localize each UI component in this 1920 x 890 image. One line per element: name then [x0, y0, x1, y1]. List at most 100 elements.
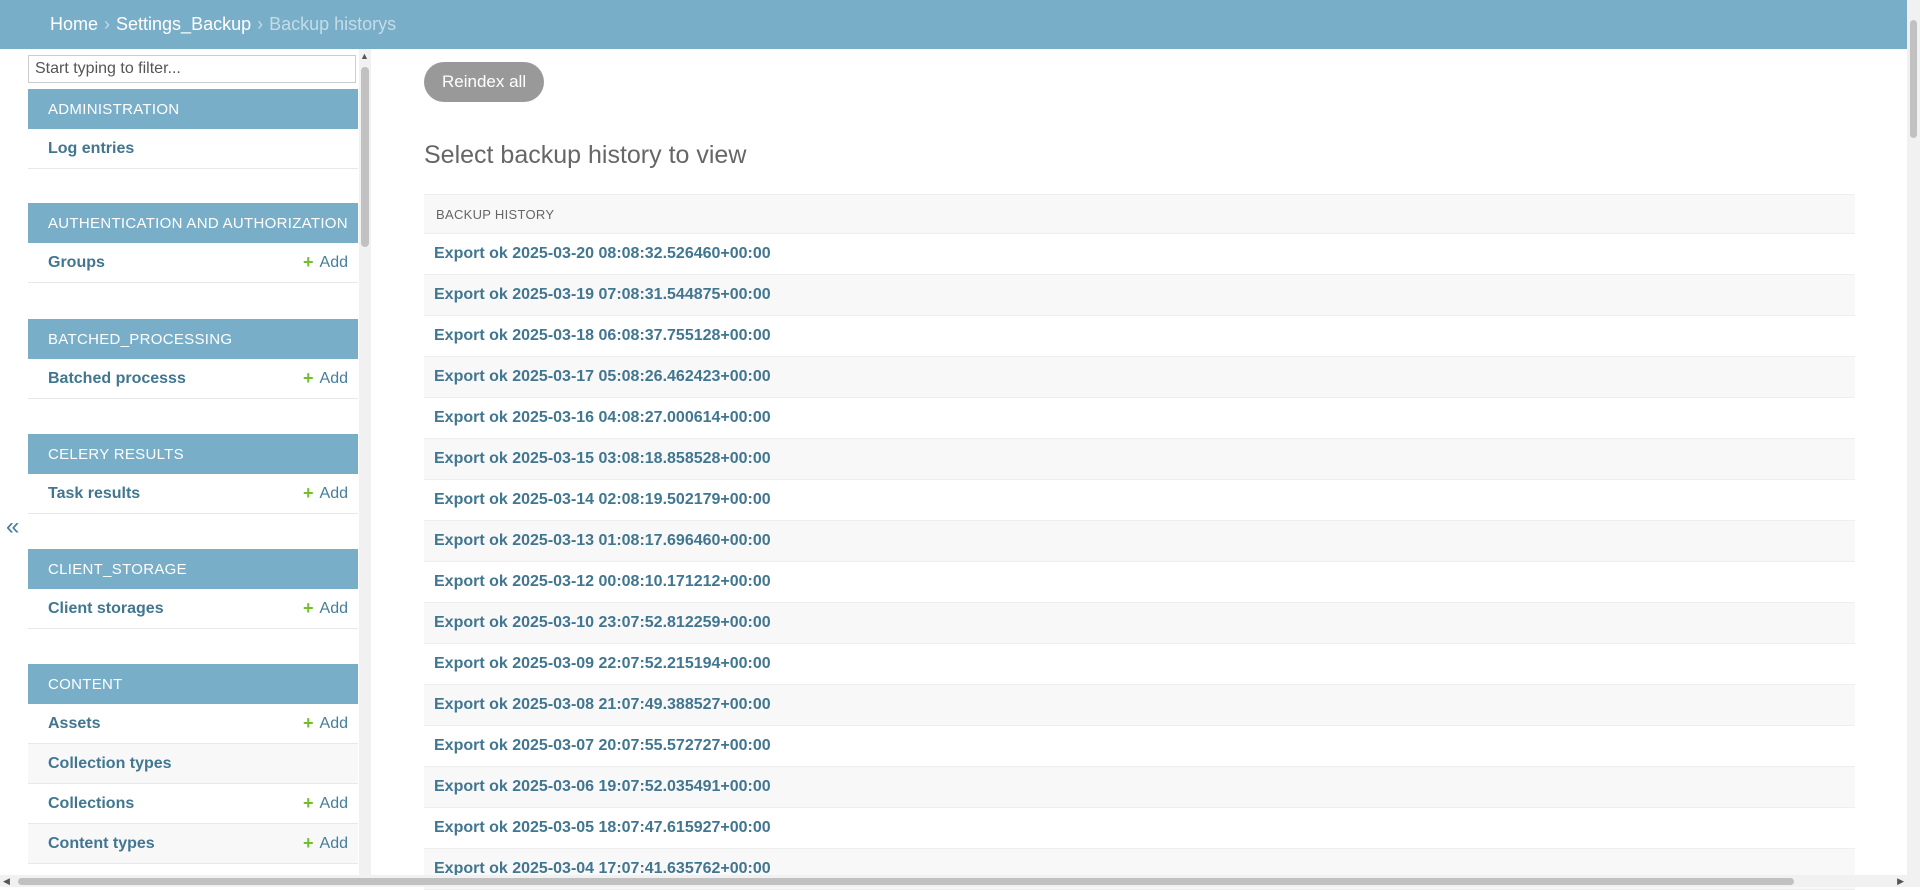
sidebar-module: CELERY RESULTS Task results + Add — [28, 434, 358, 514]
sidebar-module-title[interactable]: CLIENT_STORAGE — [28, 549, 358, 589]
sidebar-item-link[interactable]: Collection types — [48, 755, 172, 773]
nav-filter-input[interactable] — [28, 55, 356, 83]
table-row: Export ok 2025-03-12 00:08:10.171212+00:… — [424, 562, 1855, 603]
table-row: Export ok 2025-03-15 03:08:18.858528+00:… — [424, 439, 1855, 480]
sidebar-item-link[interactable]: Assets — [48, 715, 100, 733]
breadcrumb: Home › Settings_Backup › Backup historys — [0, 0, 1907, 49]
add-link[interactable]: + Add — [303, 793, 348, 814]
table-row: Export ok 2025-03-10 23:07:52.812259+00:… — [424, 603, 1855, 644]
breadcrumb-home-link[interactable]: Home — [50, 14, 98, 35]
sidebar-module: AUTHENTICATION AND AUTHORIZATION Groups + A… — [28, 203, 358, 283]
sidebar-item-link[interactable]: Collections — [48, 795, 134, 813]
table-row: Export ok 2025-03-18 06:08:37.755128+00:… — [424, 316, 1855, 357]
table-header: BACKUP HISTORY — [424, 194, 1855, 234]
sidebar-item-link[interactable]: Content types — [48, 835, 155, 853]
add-link[interactable]: + Add — [303, 598, 348, 619]
sidebar-scrollbar[interactable]: ▲ — [359, 49, 371, 876]
table-row: Export ok 2025-03-06 19:07:52.035491+00:… — [424, 767, 1855, 808]
backup-history-link[interactable]: Export ok 2025-03-18 06:08:37.755128+00:… — [434, 327, 771, 345]
backup-history-link[interactable]: Export ok 2025-03-16 04:08:27.000614+00:… — [434, 409, 771, 427]
breadcrumb-separator: › — [257, 14, 264, 34]
plus-icon: + — [303, 793, 314, 813]
table-row: Export ok 2025-03-05 18:07:47.615927+00:… — [424, 808, 1855, 849]
scroll-up-arrow-icon[interactable]: ▲ — [360, 51, 369, 61]
table-row: Export ok 2025-03-08 21:07:49.388527+00:… — [424, 685, 1855, 726]
backup-history-link[interactable]: Export ok 2025-03-07 20:07:55.572727+00:… — [434, 737, 771, 755]
backup-history-link[interactable]: Export ok 2025-03-13 01:08:17.696460+00:… — [434, 532, 771, 550]
backup-history-link[interactable]: Export ok 2025-03-12 00:08:10.171212+00:… — [434, 573, 771, 591]
page-horizontal-scrollbar-thumb[interactable] — [18, 878, 1794, 885]
collapse-sidebar-icon[interactable]: « — [6, 513, 19, 541]
scroll-left-arrow-icon[interactable]: ◀ — [3, 876, 10, 887]
sidebar-item: Client storages + Add — [28, 589, 358, 629]
scroll-right-arrow-icon[interactable]: ▶ — [1897, 876, 1904, 887]
add-label: Add — [319, 794, 348, 812]
sidebar-item: Batched processs + Add — [28, 359, 358, 399]
page-vertical-scrollbar-thumb[interactable] — [1910, 20, 1917, 138]
backup-history-link[interactable]: Export ok 2025-03-14 02:08:19.502179+00:… — [434, 491, 771, 509]
table-row: Export ok 2025-03-19 07:08:31.544875+00:… — [424, 275, 1855, 316]
sidebar-module-title[interactable]: CELERY RESULTS — [28, 434, 358, 474]
backup-history-table: BACKUP HISTORY Export ok 2025-03-20 08:0… — [424, 194, 1855, 890]
sidebar-module-title[interactable]: CONTENT — [28, 664, 358, 704]
sidebar-item: Task results + Add — [28, 474, 358, 514]
backup-history-link[interactable]: Export ok 2025-03-15 03:08:18.858528+00:… — [434, 450, 771, 468]
sidebar-scrollbar-thumb[interactable] — [361, 67, 369, 247]
table-row: Export ok 2025-03-09 22:07:52.215194+00:… — [424, 644, 1855, 685]
backup-history-link[interactable]: Export ok 2025-03-06 19:07:52.035491+00:… — [434, 778, 771, 796]
sidebar-module: CONTENT Assets + Add Collection types Collect… — [28, 664, 358, 864]
plus-icon: + — [303, 483, 314, 503]
add-label: Add — [319, 253, 348, 271]
backup-history-link[interactable]: Export ok 2025-03-08 21:07:49.388527+00:… — [434, 696, 771, 714]
add-label: Add — [319, 484, 348, 502]
backup-history-link[interactable]: Export ok 2025-03-17 05:08:26.462423+00:… — [434, 368, 771, 386]
sidebar-item-link[interactable]: Batched processs — [48, 370, 186, 388]
backup-history-link[interactable]: Export ok 2025-03-09 22:07:52.215194+00:… — [434, 655, 771, 673]
add-link[interactable]: + Add — [303, 713, 348, 734]
sidebar-item-link[interactable]: Log entries — [48, 140, 134, 158]
sidebar-module-title[interactable]: BATCHED_PROCESSING — [28, 319, 358, 359]
sidebar-item: Content types + Add — [28, 824, 358, 864]
add-link[interactable]: + Add — [303, 833, 348, 854]
sidebar-module: CLIENT_STORAGE Client storages + Add — [28, 549, 358, 629]
plus-icon: + — [303, 252, 314, 272]
table-row: Export ok 2025-03-13 01:08:17.696460+00:… — [424, 521, 1855, 562]
add-label: Add — [319, 369, 348, 387]
sidebar-module: ADMINISTRATION Log entries — [28, 89, 358, 169]
sidebar-module: BATCHED_PROCESSING Batched processs + Add — [28, 319, 358, 399]
backup-history-link[interactable]: Export ok 2025-03-10 23:07:52.812259+00:… — [434, 614, 771, 632]
backup-history-link[interactable]: Export ok 2025-03-05 18:07:47.615927+00:… — [434, 819, 771, 837]
plus-icon: + — [303, 833, 314, 853]
sidebar-item-link[interactable]: Client storages — [48, 600, 164, 618]
add-link[interactable]: + Add — [303, 483, 348, 504]
breadcrumb-app-link[interactable]: Settings_Backup — [116, 14, 251, 35]
sidebar-item: Collection types — [28, 744, 358, 784]
plus-icon: + — [303, 713, 314, 733]
table-row: Export ok 2025-03-07 20:07:55.572727+00:… — [424, 726, 1855, 767]
table-row: Export ok 2025-03-17 05:08:26.462423+00:… — [424, 357, 1855, 398]
sidebar-nav: ADMINISTRATION Log entries AUTHENTICATION … — [28, 49, 358, 876]
table-row: Export ok 2025-03-20 08:08:32.526460+00:… — [424, 234, 1855, 275]
table-row: Export ok 2025-03-16 04:08:27.000614+00:… — [424, 398, 1855, 439]
sidebar-item-link[interactable]: Task results — [48, 485, 140, 503]
add-link[interactable]: + Add — [303, 368, 348, 389]
sidebar-item: Groups + Add — [28, 243, 358, 283]
sidebar-module-title[interactable]: ADMINISTRATION — [28, 89, 358, 129]
plus-icon: + — [303, 598, 314, 618]
page-vertical-scrollbar[interactable] — [1907, 0, 1920, 887]
add-link[interactable]: + Add — [303, 252, 348, 273]
reindex-all-button[interactable]: Reindex all — [424, 62, 545, 102]
sidebar-module-title[interactable]: AUTHENTICATION AND AUTHORIZATION — [28, 203, 358, 243]
page-horizontal-scrollbar[interactable]: ◀ ▶ — [0, 875, 1907, 887]
sidebar-item-link[interactable]: Groups — [48, 254, 105, 272]
sidebar-item: Collections + Add — [28, 784, 358, 824]
sidebar-item: Assets + Add — [28, 704, 358, 744]
breadcrumb-current: Backup historys — [269, 14, 397, 34]
backup-history-link[interactable]: Export ok 2025-03-20 08:08:32.526460+00:… — [434, 245, 771, 263]
add-label: Add — [319, 599, 348, 617]
plus-icon: + — [303, 368, 314, 388]
add-label: Add — [319, 834, 348, 852]
table-row: Export ok 2025-03-14 02:08:19.502179+00:… — [424, 480, 1855, 521]
breadcrumb-separator: › — [104, 14, 111, 34]
backup-history-link[interactable]: Export ok 2025-03-19 07:08:31.544875+00:… — [434, 286, 771, 304]
